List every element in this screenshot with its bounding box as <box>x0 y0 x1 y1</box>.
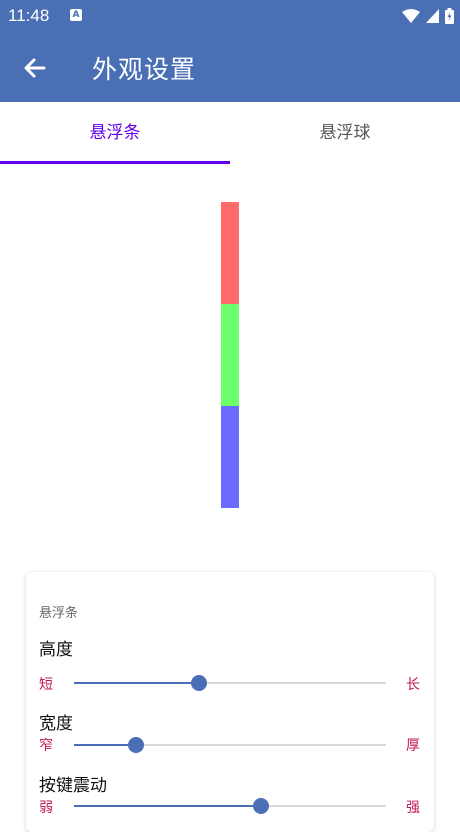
preview-segment-top <box>221 202 239 304</box>
vibration-max-label: 强 <box>406 800 420 816</box>
vibration-label: 按键震动 <box>39 776 107 796</box>
preview-segment-bottom <box>221 406 239 508</box>
tab-bar: 悬浮条 悬浮球 <box>0 102 460 164</box>
settings-card: 悬浮条 高度 短 长 宽度 窄 厚 按键震动 弱 强 <box>26 572 434 832</box>
floating-bar-preview <box>221 202 239 508</box>
notification-a-icon: A <box>70 9 82 21</box>
width-min-label: 窄 <box>39 738 53 754</box>
width-max-label: 厚 <box>406 738 420 754</box>
width-slider[interactable] <box>74 737 386 753</box>
section-title: 悬浮条 <box>39 606 79 621</box>
tab-indicator <box>0 161 230 164</box>
width-slider-fill <box>74 744 137 746</box>
height-max-label: 长 <box>406 677 420 693</box>
width-label: 宽度 <box>39 714 73 734</box>
height-slider[interactable] <box>74 675 386 691</box>
page-title: 外观设置 <box>92 55 197 84</box>
battery-icon <box>445 8 454 24</box>
height-slider-fill <box>74 682 199 684</box>
status-bar: 11:48 A <box>0 0 460 32</box>
height-min-label: 短 <box>39 677 53 693</box>
preview-segment-middle <box>221 304 239 406</box>
tab-floating-ball[interactable]: 悬浮球 <box>230 102 460 164</box>
vibration-min-label: 弱 <box>39 800 53 816</box>
height-slider-thumb[interactable] <box>190 675 207 691</box>
status-time: 11:48 <box>8 6 50 25</box>
tab-floating-bar[interactable]: 悬浮条 <box>0 102 230 164</box>
wifi-icon <box>402 9 420 23</box>
signal-icon <box>426 9 439 23</box>
height-label: 高度 <box>39 640 73 660</box>
vibration-slider[interactable] <box>74 798 386 814</box>
arrow-left-icon[interactable] <box>20 53 50 83</box>
vibration-slider-fill <box>74 805 262 807</box>
width-slider-thumb[interactable] <box>128 737 145 753</box>
vibration-slider-thumb[interactable] <box>253 798 270 814</box>
app-bar: 外观设置 <box>0 32 460 102</box>
